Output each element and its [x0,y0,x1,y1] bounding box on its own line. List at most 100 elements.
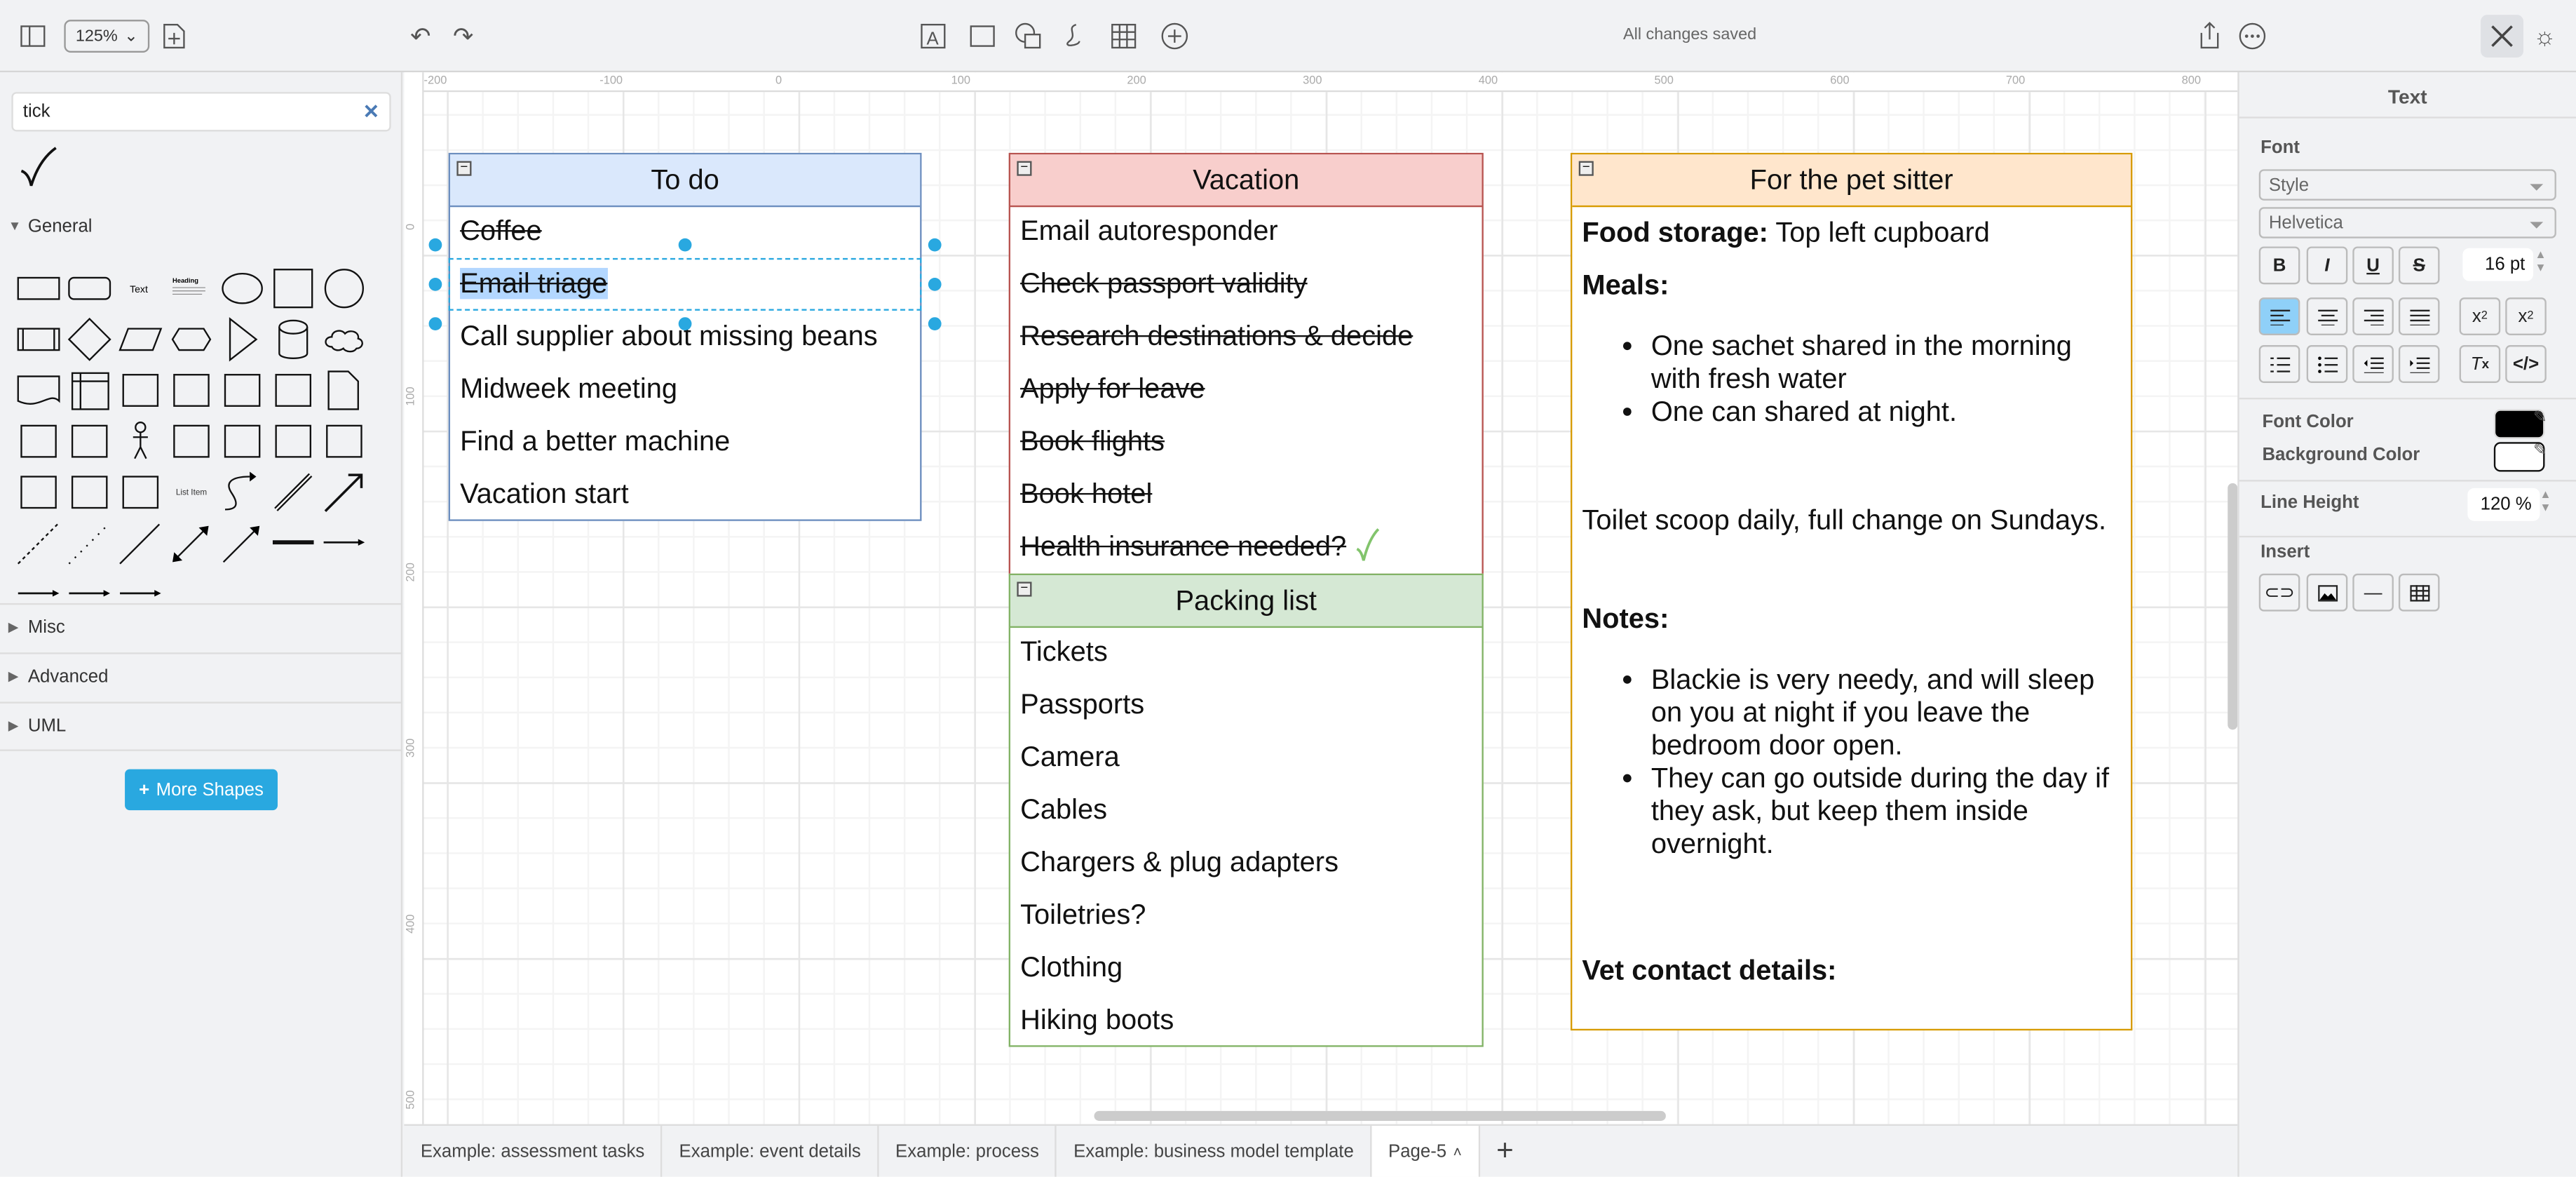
insert-icon[interactable] [1158,20,1191,53]
shape-actor[interactable] [115,416,166,467]
list-item[interactable]: Book flights [1010,417,1482,470]
resize-handle[interactable] [428,277,442,291]
collapse-icon[interactable]: − [1017,581,1032,597]
line-height-input[interactable]: 120 % [2467,487,2540,521]
freehand-icon[interactable] [1059,20,1092,53]
numbered-list-button[interactable] [2258,345,2300,383]
shape-connector-label[interactable] [319,518,370,569]
vertical-scrollbar[interactable] [2228,483,2238,730]
shape-square2[interactable] [319,416,370,467]
shape-ellipse[interactable] [217,263,268,314]
align-right-button[interactable] [2352,297,2394,335]
subscript-button[interactable]: x2 [2459,297,2501,335]
insert-table-button[interactable] [2398,573,2440,612]
style-select[interactable]: Style [2258,169,2556,201]
eyedropper-icon[interactable]: ✎ [2533,409,2547,427]
shape-cloud[interactable] [319,314,370,365]
shape-document[interactable] [13,365,65,416]
list-item[interactable]: Health insurance needed? [1010,523,1482,575]
resize-handle[interactable] [428,317,442,330]
zoom-select[interactable]: 125% ⌄ [64,20,150,53]
shape-sequential-data[interactable] [268,416,319,467]
page-tab[interactable]: Example: process [879,1126,1057,1177]
shape-line[interactable] [115,518,166,569]
shape-tape[interactable] [268,365,319,416]
checkmark-shape[interactable] [16,144,59,199]
shape-circle[interactable] [319,263,370,314]
pet-sitter-body[interactable]: Food storage: Top left cupboard Meals: O… [1572,207,2131,996]
vacation-list[interactable]: − Vacation Email autoresponder Check passpo… [1008,152,1484,576]
page-tab[interactable]: Example: business model template [1057,1126,1372,1177]
underline-button[interactable]: U [2352,246,2394,285]
list-item[interactable]: Cables [1010,786,1482,838]
html-button[interactable]: </> [2505,345,2547,383]
resize-handle[interactable] [678,238,692,252]
more-shapes-button[interactable]: + More Shapes [125,769,278,811]
collapse-icon[interactable]: − [1578,160,1594,176]
outdent-button[interactable] [2352,345,2394,383]
shape-dotted-line[interactable] [64,518,115,569]
shape-dashed-line[interactable] [13,518,65,569]
list-item[interactable]: Tickets [1010,628,1482,680]
shape-list-item[interactable]: List Item [166,466,217,518]
shape-hexagon[interactable] [166,314,217,365]
list-item[interactable]: Book hotel [1010,470,1482,523]
resize-handle[interactable] [928,238,942,252]
redo-icon[interactable]: ↷ [447,20,480,53]
shape-rounded-rectangle[interactable] [64,263,115,314]
bulleted-list-button[interactable] [2306,345,2348,383]
collapse-icon[interactable]: − [1017,160,1032,176]
indent-button[interactable] [2398,345,2440,383]
shape-note[interactable] [319,365,370,416]
shape-step[interactable] [166,365,217,416]
list-item[interactable]: Clothing [1010,943,1482,996]
insert-link-button[interactable]: ⊂⊃ [2258,573,2300,612]
shape-search-input[interactable]: tick ✕ [11,92,391,132]
list-item[interactable]: Camera [1010,733,1482,786]
list-item[interactable]: Apply for leave [1010,365,1482,417]
resize-handle[interactable] [928,317,942,330]
todo-header[interactable]: − To do [450,154,921,208]
shape-cube[interactable] [115,365,166,416]
list-item[interactable]: Midweek meeting [450,365,920,417]
diagram-canvas[interactable]: -200 -100 0 100 200 300 400 500 600 700 800 0 100 20… [404,72,2238,1124]
shape-arrow[interactable] [319,466,370,518]
font-size-input[interactable]: 16 pt [2462,248,2534,281]
section-advanced[interactable]: ▶ Advanced [0,652,403,701]
clear-formatting-button[interactable]: Tx [2459,345,2501,383]
resize-handle[interactable] [678,317,692,330]
list-item[interactable]: Research destinations & decide [1010,312,1482,365]
list-item[interactable]: Vacation start [450,470,920,523]
list-item[interactable]: Email autoresponder [1010,207,1482,260]
shape-square[interactable] [268,263,319,314]
shape-internal-storage[interactable] [64,365,115,416]
insert-image-button[interactable] [2306,573,2348,612]
line-height-stepper[interactable]: ▲ ▼ [2540,490,2551,516]
justify-button[interactable] [2398,297,2440,335]
add-page-button[interactable]: + [1480,1126,1531,1177]
shape-triangle[interactable] [217,314,268,365]
shape-diamond[interactable] [64,314,115,365]
shape-or[interactable] [166,416,217,467]
shape-card[interactable] [13,416,65,467]
shape-trapezoid[interactable] [217,365,268,416]
theme-icon[interactable]: ☼ [2528,20,2561,53]
shape-process[interactable] [13,314,65,365]
shape-curve[interactable] [217,466,268,518]
shape-container[interactable] [13,466,65,518]
sidebar-toggle-icon[interactable] [16,20,49,53]
list-item[interactable]: Find a better machine [450,417,920,470]
packing-list[interactable]: − Packing list Tickets Passports Camera Cable… [1008,573,1484,1047]
superscript-button[interactable]: x2 [2505,297,2547,335]
shape-heading[interactable]: Heading [166,263,217,314]
italic-button[interactable]: I [2306,246,2348,285]
section-uml[interactable]: ▶ UML [0,701,403,751]
pet-sitter-header[interactable]: − For the pet sitter [1572,154,2131,208]
align-center-button[interactable] [2306,297,2348,335]
list-item[interactable]: Passports [1010,680,1482,733]
shape-list[interactable] [115,466,166,518]
text-icon[interactable]: A [916,20,949,53]
collapse-icon[interactable]: − [456,160,472,176]
insert-horizontal-rule-button[interactable]: — [2352,573,2394,612]
format-icon[interactable] [2481,15,2524,58]
